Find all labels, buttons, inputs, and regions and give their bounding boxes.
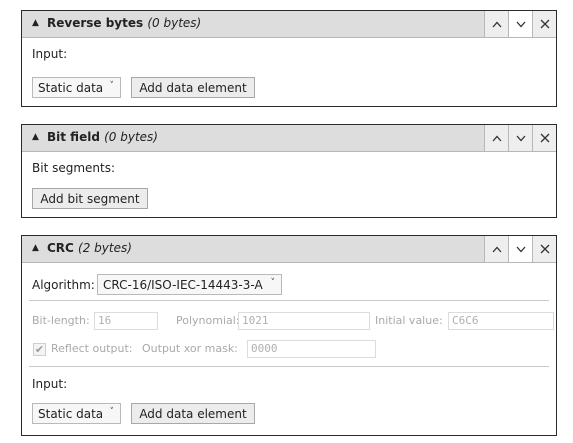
panel-title-text: Reverse bytes (47, 16, 144, 30)
add-bit-segment-button[interactable]: Add bit segment (32, 188, 148, 209)
panel-title-text: CRC (47, 241, 74, 255)
algorithm-value: CRC-16/ISO-IEC-14443-3-A (103, 277, 263, 292)
chevron-down-icon (516, 246, 525, 252)
close-icon (540, 133, 549, 143)
chevron-down-icon (516, 135, 525, 141)
dropdown-chevron-icon: ˅ (109, 81, 115, 91)
panel-header[interactable]: ▲ Reverse bytes (0 bytes) (22, 11, 556, 38)
initial-value-label: Initial value: (375, 314, 443, 327)
panel-title-text: Bit field (47, 130, 100, 144)
collapse-triangle-icon[interactable]: ▲ (32, 18, 39, 28)
move-down-button[interactable] (508, 11, 532, 37)
panel-header[interactable]: ▲ Bit field (0 bytes) (22, 125, 556, 152)
move-up-button[interactable] (484, 11, 508, 37)
chevron-down-icon (516, 21, 525, 27)
reflect-output-label: Reflect output: (51, 342, 133, 355)
panel-title: Bit field (0 bytes) (47, 130, 158, 144)
collapse-triangle-icon[interactable]: ▲ (32, 132, 39, 142)
panel-title: Reverse bytes (0 bytes) (47, 16, 201, 30)
remove-button[interactable] (532, 125, 556, 151)
divider (29, 300, 549, 301)
algorithm-label: Algorithm: (32, 278, 95, 292)
add-data-element-button[interactable]: Add data element (131, 403, 255, 424)
reflect-output-checkbox[interactable]: ✔ (33, 343, 46, 356)
close-icon (540, 19, 549, 29)
polynomial-label: Polynomial: (176, 314, 240, 327)
remove-button[interactable] (532, 11, 556, 37)
remove-button[interactable] (532, 236, 556, 262)
panel-size: (0 bytes) (147, 16, 202, 30)
reverse-bytes-panel: ▲ Reverse bytes (0 bytes) Input: Static … (21, 10, 557, 107)
input-source-select[interactable]: Static data ˅ (32, 403, 121, 424)
dropdown-chevron-icon: ˅ (270, 278, 276, 288)
chevron-up-icon (492, 135, 501, 141)
bit-length-label: Bit-length: (32, 314, 90, 327)
panel-size: (0 bytes) (104, 130, 158, 144)
polynomial-field[interactable]: 1021 (238, 312, 370, 330)
move-down-button[interactable] (508, 125, 532, 151)
dropdown-chevron-icon: ˅ (109, 407, 115, 417)
bit-field-panel: ▲ Bit field (0 bytes) Bit segments: Add … (21, 124, 557, 218)
move-up-button[interactable] (484, 125, 508, 151)
crc-panel: ▲ CRC (2 bytes) Algorithm: CRC-16/ISO-IE… (21, 235, 557, 436)
algorithm-select[interactable]: CRC-16/ISO-IEC-14443-3-A ˅ (97, 274, 282, 295)
add-data-element-button[interactable]: Add data element (131, 77, 255, 98)
input-source-value: Static data (38, 406, 104, 421)
bit-length-field[interactable]: 16 (94, 312, 158, 330)
move-down-button[interactable] (508, 236, 532, 262)
panel-size: (2 bytes) (78, 241, 132, 255)
output-xor-label: Output xor mask: (142, 342, 238, 355)
bit-segments-label: Bit segments: (32, 161, 116, 175)
input-source-value: Static data (38, 80, 104, 95)
collapse-triangle-icon[interactable]: ▲ (32, 243, 39, 253)
chevron-up-icon (492, 246, 501, 252)
checkmark-icon: ✔ (34, 343, 45, 356)
divider (29, 366, 549, 367)
output-xor-field[interactable]: 0000 (247, 340, 376, 358)
initial-value-field[interactable]: C6C6 (448, 312, 554, 330)
panel-header[interactable]: ▲ CRC (2 bytes) (22, 236, 556, 263)
input-source-select[interactable]: Static data ˅ (32, 77, 121, 98)
input-label: Input: (32, 47, 68, 61)
input-label: Input: (32, 377, 68, 391)
close-icon (540, 244, 549, 254)
chevron-up-icon (492, 21, 501, 27)
move-up-button[interactable] (484, 236, 508, 262)
panel-title: CRC (2 bytes) (47, 241, 132, 255)
